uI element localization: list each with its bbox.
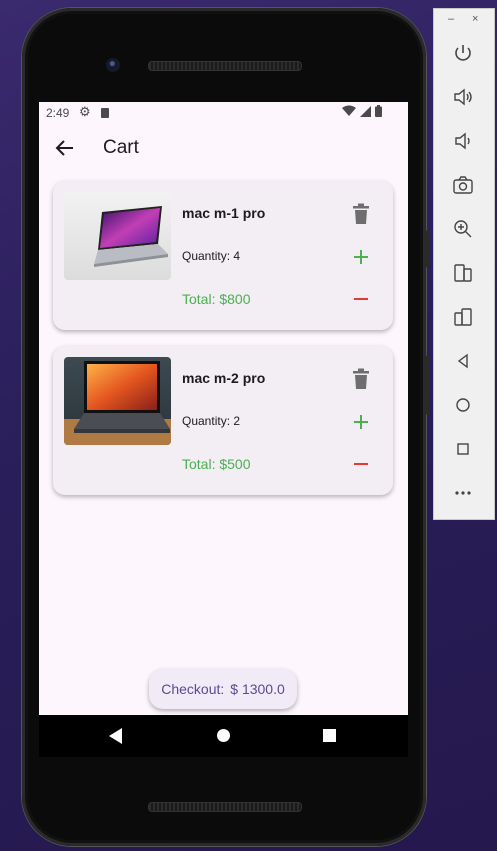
delete-icon[interactable] [351, 203, 371, 225]
nav-back-icon[interactable] [109, 728, 122, 744]
front-camera [106, 58, 120, 72]
power-icon[interactable] [450, 40, 476, 66]
product-total: Total: $800 [182, 291, 251, 307]
nav-home-icon[interactable] [217, 729, 230, 742]
app-bar: Cart [39, 124, 408, 172]
home-icon[interactable] [450, 392, 476, 418]
checkout-amount: $ 1300.0 [230, 681, 285, 697]
product-total: Total: $500 [182, 456, 251, 472]
system-nav-bar [39, 715, 408, 757]
more-options-icon[interactable] [450, 480, 476, 506]
signal-icon [360, 105, 371, 117]
status-time: 2:49 [46, 106, 70, 120]
cart-item-card: mac m-2 pro Quantity: 2 Total: $500 [53, 346, 393, 495]
delete-icon[interactable] [351, 368, 371, 390]
remove-icon[interactable] [351, 454, 371, 474]
app-screen: 2:49 ⚙ Cart mac m-1 pro Quantity: 4 Tota… [39, 102, 408, 715]
minimize-button[interactable]: – [448, 13, 454, 25]
status-bar: 2:49 ⚙ [39, 102, 408, 124]
cart-item-card: mac m-1 pro Quantity: 4 Total: $800 [53, 181, 393, 330]
overview-icon[interactable] [450, 436, 476, 462]
power-button [426, 355, 430, 415]
zoom-icon[interactable] [450, 216, 476, 242]
product-name: mac m-2 pro [182, 370, 266, 386]
volume-button [426, 230, 430, 268]
rotate-left-icon[interactable] [450, 260, 476, 286]
checkout-label: Checkout: [161, 681, 225, 697]
product-image [64, 357, 171, 445]
settings-status-icon: ⚙ [79, 104, 91, 119]
wifi-icon [342, 105, 356, 116]
bottom-speaker [148, 802, 302, 812]
add-icon[interactable] [351, 412, 371, 432]
back-icon[interactable] [450, 348, 476, 374]
product-name: mac m-1 pro [182, 205, 266, 221]
earpiece-speaker [148, 61, 302, 71]
emulator-toolbar: – × [433, 8, 495, 520]
back-arrow-icon[interactable] [53, 136, 77, 160]
add-icon[interactable] [351, 247, 371, 267]
sd-card-icon [101, 108, 109, 118]
battery-icon [375, 105, 382, 117]
nav-recents-icon[interactable] [323, 729, 336, 742]
close-button[interactable]: × [472, 13, 478, 25]
volume-down-icon[interactable] [450, 128, 476, 154]
page-title: Cart [103, 137, 139, 158]
volume-up-icon[interactable] [450, 84, 476, 110]
product-quantity: Quantity: 4 [182, 249, 241, 263]
rotate-right-icon[interactable] [450, 304, 476, 330]
panel-window-controls: – × [434, 13, 494, 29]
product-quantity: Quantity: 2 [182, 414, 241, 428]
checkout-button[interactable]: Checkout: $ 1300.0 [149, 669, 297, 709]
product-image [64, 192, 171, 280]
camera-icon[interactable] [450, 172, 476, 198]
remove-icon[interactable] [351, 289, 371, 309]
